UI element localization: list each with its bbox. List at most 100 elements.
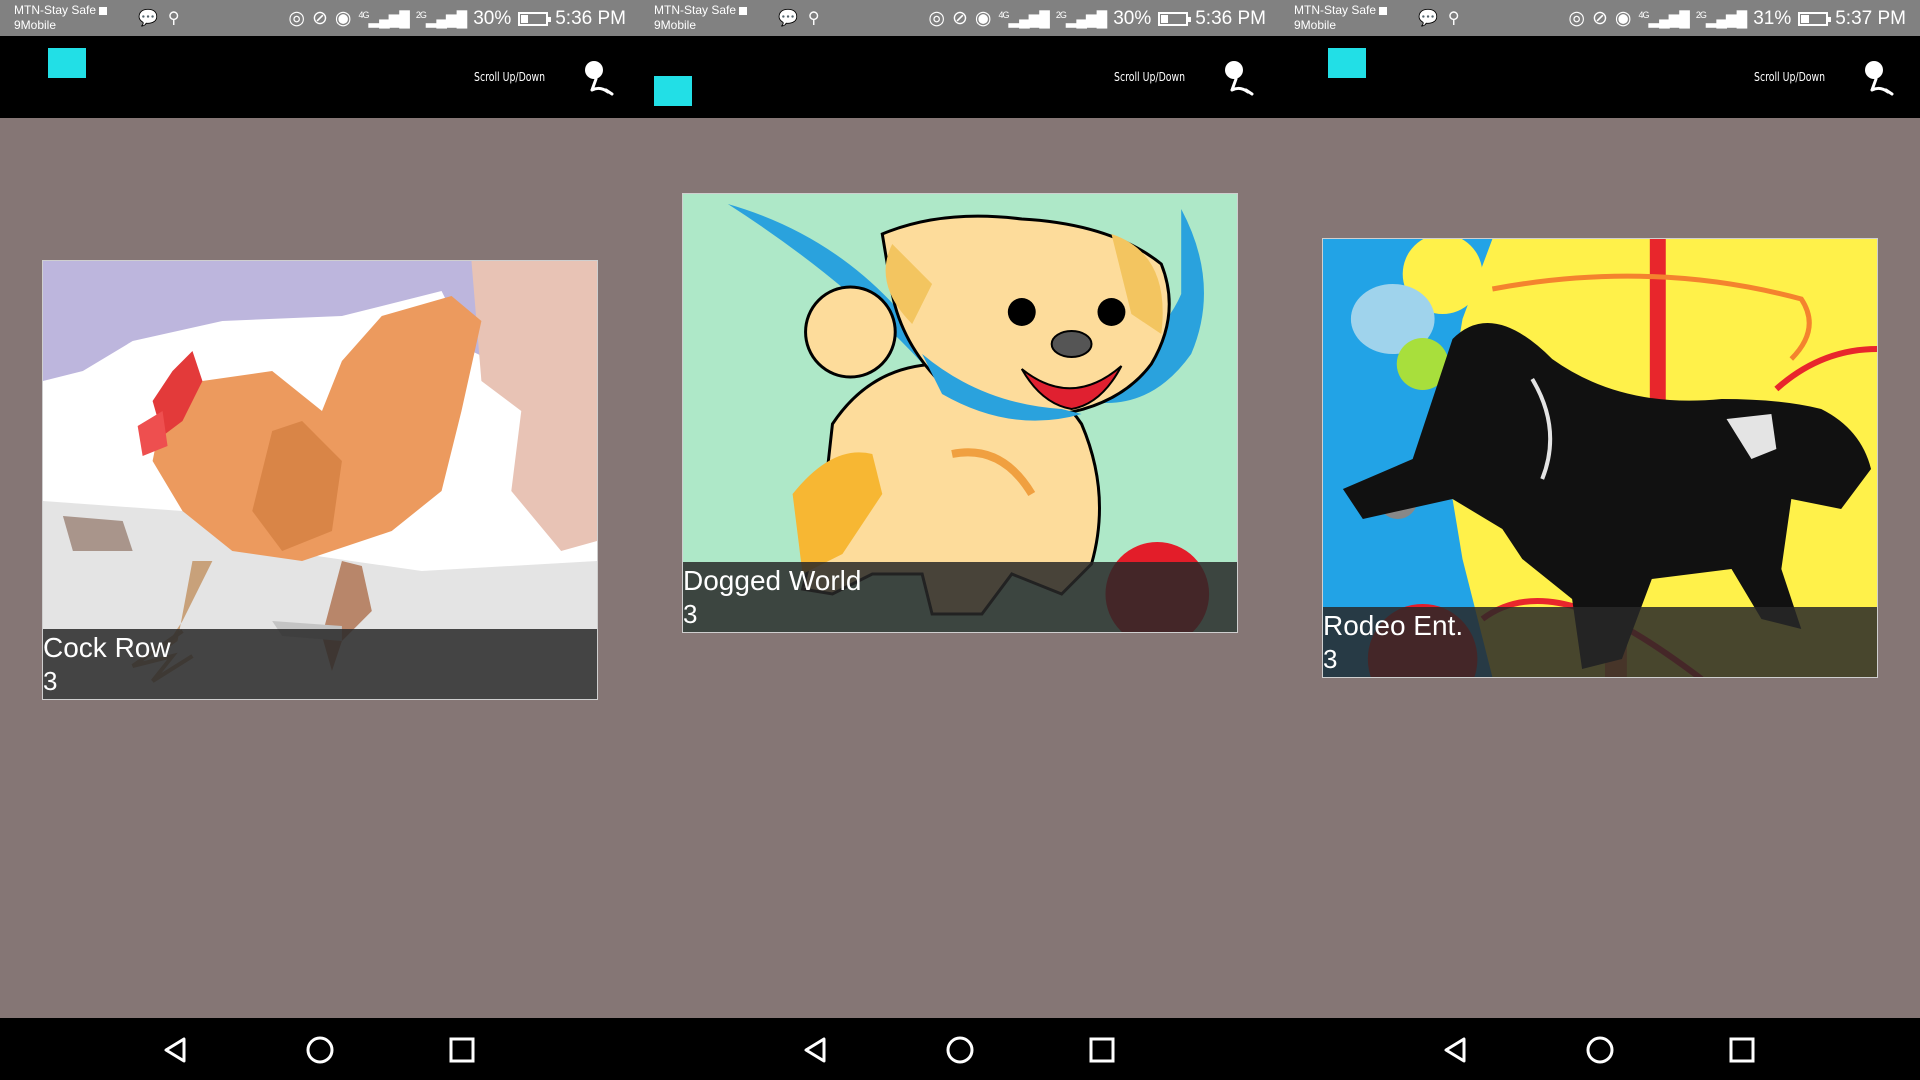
phone-screen-3: MTN-Stay Safe 9Mobile 💬 ⚲ ◎ ⊘ ◉ 4G▂▄▆█ 2… [1280, 0, 1920, 1080]
status-bar: MTN-Stay Safe 9Mobile 💬 ⚲ ◎ ⊘ ◉ 4G▂▄▆█ 2… [640, 0, 1280, 36]
signal-icon: 4G▂▄▆█ [998, 9, 1050, 28]
notification-icons: 💬 ⚲ [778, 8, 820, 28]
battery-level-fill [521, 14, 529, 23]
home-circle-icon[interactable] [304, 1034, 336, 1066]
clock: 5:36 PM [555, 7, 626, 29]
recents-square-icon[interactable] [1726, 1034, 1758, 1066]
carrier-info: MTN-Stay Safe 9Mobile [654, 3, 748, 33]
signal-icon-2: 2G▂▄▆█ [415, 9, 467, 28]
carrier-name-2: 9Mobile [14, 18, 57, 32]
carrier-info: MTN-Stay Safe 9Mobile [1294, 3, 1388, 33]
network-type-2: 2G [1695, 9, 1707, 20]
battery-percent: 31% [1753, 7, 1792, 29]
search-icon[interactable] [1222, 58, 1256, 100]
clock: 5:37 PM [1835, 7, 1906, 29]
search-icon[interactable] [582, 58, 616, 100]
carrier-name-1: MTN-Stay Safe [654, 3, 737, 17]
signal-icon: 4G▂▄▆█ [1638, 9, 1690, 28]
back-triangle-icon[interactable] [800, 1034, 832, 1066]
card-count: 3 [43, 666, 58, 696]
hotspot-icon: ◎ [928, 8, 945, 29]
card-title: Dogged World [683, 565, 862, 596]
back-triangle-icon[interactable] [160, 1034, 192, 1066]
recents-square-icon[interactable] [1086, 1034, 1118, 1066]
battery-icon [1158, 11, 1192, 26]
card-caption: Dogged World 3 [683, 562, 1237, 632]
usb-icon: ⚲ [1447, 10, 1460, 27]
battery-icon [518, 11, 552, 26]
chat-bubble-icon: 💬 [778, 10, 798, 27]
carrier-info: MTN-Stay Safe 9Mobile [14, 3, 108, 33]
mute-icon: ⊘ [1592, 8, 1608, 29]
gallery-card-rodeo-ent[interactable]: Rodeo Ent. 3 [1322, 238, 1878, 678]
app-bar: Scroll Up/Down [640, 36, 1280, 118]
carrier-name-1: MTN-Stay Safe [1294, 3, 1377, 17]
notification-icons: 💬 ⚲ [138, 8, 180, 28]
app-logo-square[interactable] [654, 76, 692, 106]
network-type-2: 2G [415, 9, 427, 20]
phone-screen-2: MTN-Stay Safe 9Mobile 💬 ⚲ ◎ ⊘ ◉ 4G▂▄▆█ 2… [640, 0, 1280, 1080]
search-icon[interactable] [1862, 58, 1896, 100]
eye-comfort-icon: ◉ [1614, 8, 1632, 29]
system-status: ◎ ⊘ ◉ 4G▂▄▆█ 2G▂▄▆█ 31% 5:37 PM [1568, 7, 1906, 30]
navigation-bar [0, 1018, 640, 1080]
card-caption: Rodeo Ent. 3 [1323, 607, 1877, 677]
carrier-name-2: 9Mobile [1294, 18, 1337, 32]
mute-icon: ⊘ [952, 8, 968, 29]
back-triangle-icon[interactable] [1440, 1034, 1472, 1066]
phone-screens: MTN-Stay Safe 9Mobile 💬 ⚲ ◎ ⊘ ◉ 4G▂▄▆█ 2… [0, 0, 1920, 1080]
system-status: ◎ ⊘ ◉ 4G▂▄▆█ 2G▂▄▆█ 30% 5:36 PM [288, 7, 626, 30]
gallery-card-dogged-world[interactable]: Dogged World 3 [682, 193, 1238, 633]
scroll-label: Scroll Up/Down [1114, 70, 1186, 84]
home-circle-icon[interactable] [1584, 1034, 1616, 1066]
carrier-name-1: MTN-Stay Safe [14, 3, 97, 17]
network-type-1: 4G [998, 9, 1010, 20]
card-title: Cock Row [43, 632, 171, 663]
card-count: 3 [1323, 644, 1338, 674]
signal-icon: 4G▂▄▆█ [358, 9, 410, 28]
usb-icon: ⚲ [807, 10, 820, 27]
notification-square-icon [739, 6, 748, 15]
hotspot-icon: ◎ [1568, 8, 1585, 29]
navigation-bar [1280, 1018, 1920, 1080]
battery-percent: 30% [1113, 7, 1152, 29]
carrier-name-2: 9Mobile [654, 18, 697, 32]
notification-icons: 💬 ⚲ [1418, 8, 1460, 28]
card-caption: Cock Row 3 [43, 629, 597, 699]
navigation-bar [640, 1018, 1280, 1080]
battery-icon [1798, 11, 1832, 26]
chat-bubble-icon: 💬 [138, 10, 158, 27]
status-bar: MTN-Stay Safe 9Mobile 💬 ⚲ ◎ ⊘ ◉ 4G▂▄▆█ 2… [1280, 0, 1920, 36]
scroll-label: Scroll Up/Down [474, 70, 546, 84]
mute-icon: ⊘ [312, 8, 328, 29]
eye-comfort-icon: ◉ [974, 8, 992, 29]
phone-screen-1: MTN-Stay Safe 9Mobile 💬 ⚲ ◎ ⊘ ◉ 4G▂▄▆█ 2… [0, 0, 640, 1080]
chat-bubble-icon: 💬 [1418, 10, 1438, 27]
app-logo-square[interactable] [1328, 48, 1366, 78]
signal-icon-2: 2G▂▄▆█ [1695, 9, 1747, 28]
scroll-label: Scroll Up/Down [1754, 70, 1826, 84]
home-circle-icon[interactable] [944, 1034, 976, 1066]
clock: 5:36 PM [1195, 7, 1266, 29]
recents-square-icon[interactable] [446, 1034, 478, 1066]
battery-level-fill [1801, 14, 1809, 23]
network-type-1: 4G [1638, 9, 1650, 20]
usb-icon: ⚲ [167, 10, 180, 27]
network-type-2: 2G [1055, 9, 1067, 20]
app-bar: Scroll Up/Down [1280, 36, 1920, 118]
signal-icon-2: 2G▂▄▆█ [1055, 9, 1107, 28]
app-bar: Scroll Up/Down [0, 36, 640, 118]
card-count: 3 [683, 599, 698, 629]
battery-level-fill [1161, 14, 1169, 23]
eye-comfort-icon: ◉ [334, 8, 352, 29]
network-type-1: 4G [358, 9, 370, 20]
hotspot-icon: ◎ [288, 8, 305, 29]
status-bar: MTN-Stay Safe 9Mobile 💬 ⚲ ◎ ⊘ ◉ 4G▂▄▆█ 2… [0, 0, 640, 36]
gallery-card-cock-row[interactable]: Cock Row 3 [42, 260, 598, 700]
card-title: Rodeo Ent. [1323, 610, 1464, 641]
notification-square-icon [1379, 6, 1388, 15]
system-status: ◎ ⊘ ◉ 4G▂▄▆█ 2G▂▄▆█ 30% 5:36 PM [928, 7, 1266, 30]
notification-square-icon [99, 6, 108, 15]
battery-percent: 30% [473, 7, 512, 29]
app-logo-square[interactable] [48, 48, 86, 78]
